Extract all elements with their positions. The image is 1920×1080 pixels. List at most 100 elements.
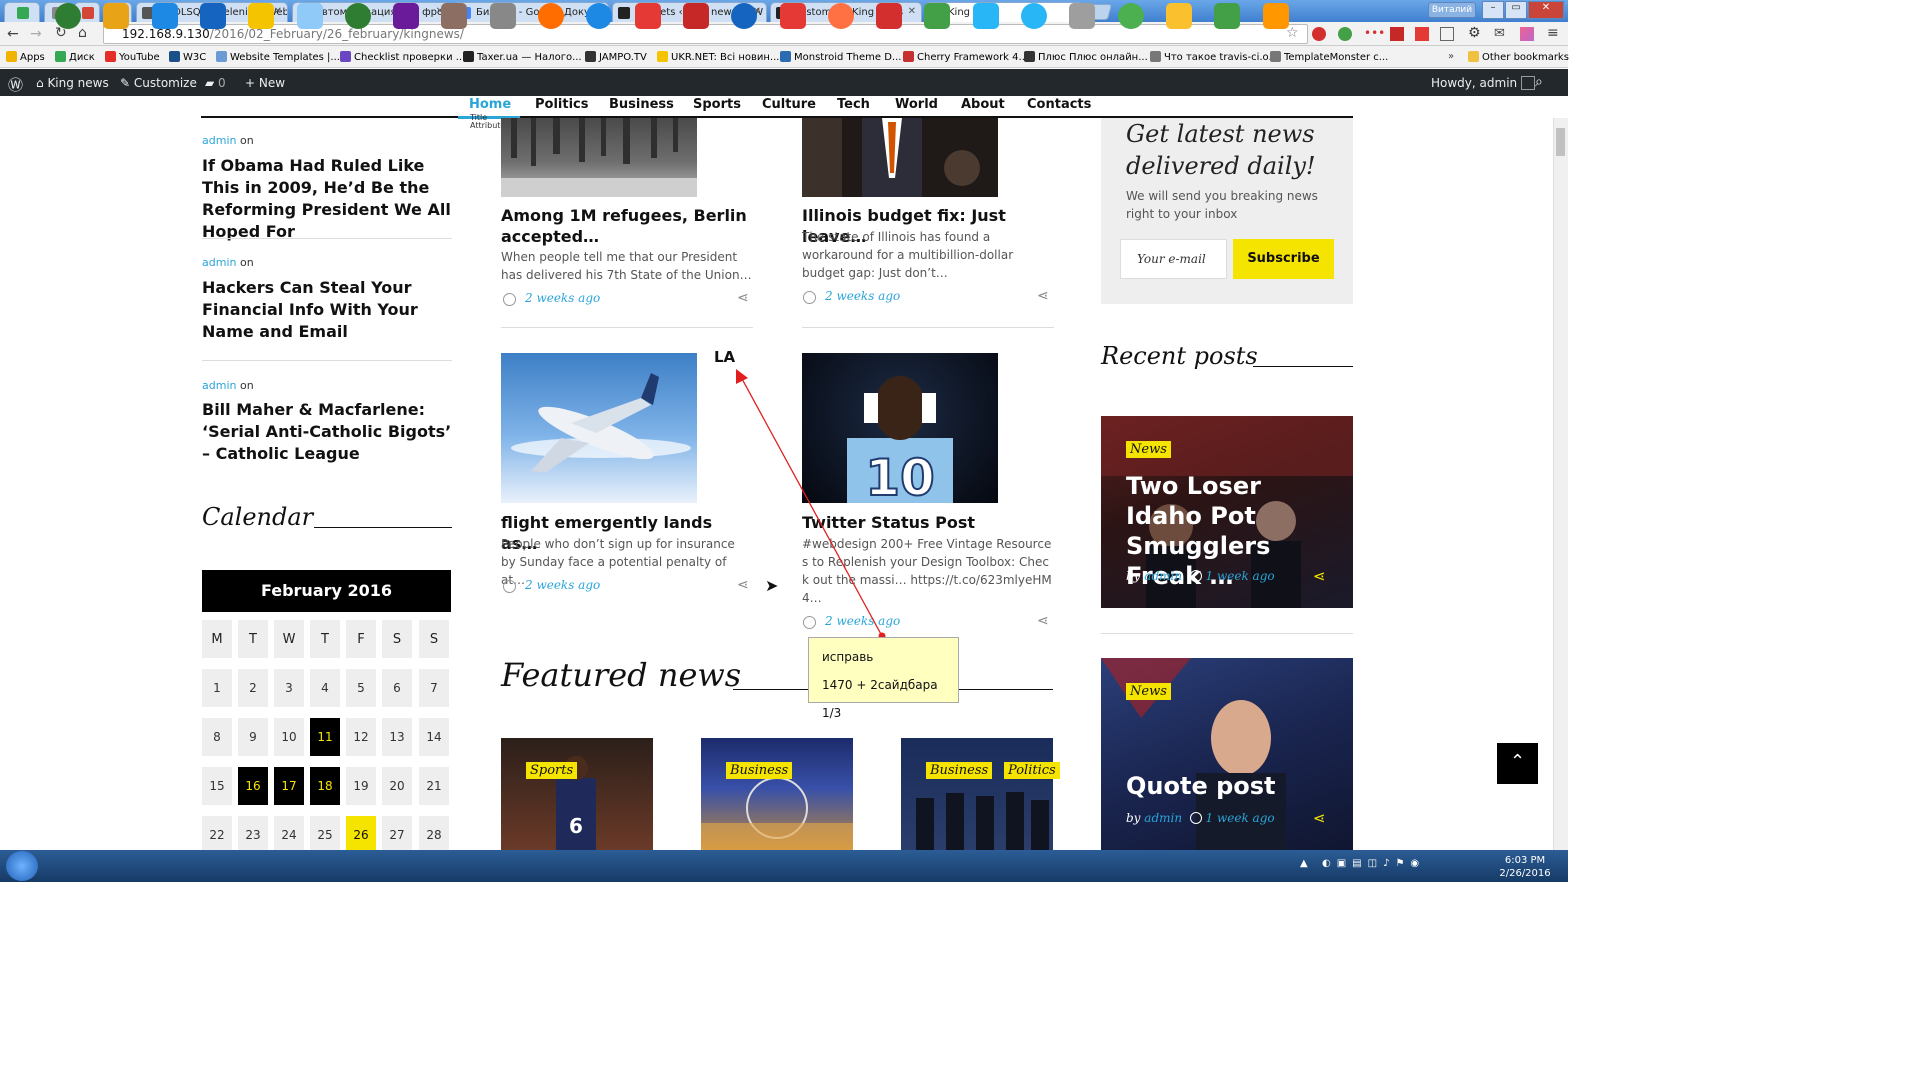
post-image-refugees[interactable]	[501, 118, 697, 197]
post-image-illinois[interactable]	[802, 118, 998, 197]
back-icon[interactable]: ←	[7, 26, 19, 42]
page-scrollbar[interactable]	[1553, 118, 1568, 850]
taskbar-app-icon[interactable]	[827, 3, 854, 29]
taskbar-app-icon[interactable]	[1117, 3, 1144, 29]
post-date[interactable]: 1 week ago	[1206, 569, 1275, 583]
bookmark-item[interactable]: Checklist проверки ...	[340, 51, 465, 63]
taskbar-app-icon[interactable]	[199, 3, 226, 29]
post-date[interactable]: 2 weeks ago	[825, 614, 900, 628]
back-to-top-button[interactable]: ⌃	[1497, 743, 1538, 784]
bookmark-item[interactable]: Что такое travis-ci.o...	[1150, 51, 1278, 63]
sidebar-post-title[interactable]: If Obama Had Ruled Like This in 2009, He…	[202, 155, 457, 243]
author-link[interactable]: admin	[202, 379, 236, 392]
taskbar-app-icon[interactable]	[1069, 3, 1096, 29]
taskbar-app-icon[interactable]	[1165, 3, 1192, 29]
bookmark-item[interactable]: Плюс Плюс онлайн...	[1024, 51, 1148, 63]
subscribe-button[interactable]: Subscribe	[1233, 239, 1334, 279]
comments-link[interactable]: ▰ 0	[205, 76, 226, 90]
nav-item-contacts[interactable]: Contacts	[1027, 97, 1091, 112]
taskbar-app-icon[interactable]	[876, 3, 903, 29]
nav-item-about[interactable]: About	[961, 97, 1005, 112]
recent-post-card[interactable]: News Quote post by admin 1 week ago ⋖	[1101, 658, 1353, 850]
bookmark-item[interactable]: W3C	[169, 51, 206, 63]
sidebar-post-title[interactable]: Hackers Can Steal Your Financial Info Wi…	[202, 277, 457, 343]
share-icon[interactable]: ⋖	[1313, 567, 1326, 585]
home-icon[interactable]: ⌂	[78, 25, 87, 41]
forward-icon[interactable]: →	[30, 26, 42, 42]
email-field[interactable]: Your e-mail	[1120, 239, 1227, 279]
calendar-day[interactable]: 18	[310, 767, 340, 805]
share-icon[interactable]: ⋖	[1037, 288, 1049, 304]
taskbar-app-icon[interactable]	[1262, 3, 1289, 29]
other-bookmarks[interactable]: Other bookmarks	[1468, 51, 1569, 63]
nav-item-sports[interactable]: Sports	[693, 97, 741, 112]
sidebar-post-title[interactable]: Bill Maher & Macfarlene: ‘Serial Anti-Ca…	[202, 399, 457, 465]
post-image-airplane[interactable]	[501, 353, 697, 503]
bookmark-item[interactable]: Monstroid Theme D...	[780, 51, 901, 63]
recent-post-card[interactable]: News Two Loser Idaho Pot Smugglers Freak…	[1101, 416, 1353, 608]
category-tag[interactable]: News	[1126, 683, 1171, 700]
taskbar-app-icon[interactable]	[924, 3, 951, 29]
bookmark-item[interactable]: UKR.NET: Всі новин...	[657, 51, 779, 63]
minimize-icon[interactable]: –	[1482, 1, 1504, 19]
taskbar-app-icon[interactable]	[1021, 3, 1047, 29]
bookmark-star-icon[interactable]: ☆	[1286, 25, 1299, 41]
category-tag[interactable]: Business	[926, 762, 993, 779]
scrollbar-thumb[interactable]	[1556, 128, 1565, 156]
mail-icon[interactable]: ✉	[1494, 26, 1505, 41]
close-tab-icon[interactable]: ✕	[908, 6, 916, 17]
post-title[interactable]: Twitter Status Post	[802, 512, 1054, 533]
taskbar-app-icon[interactable]	[634, 3, 661, 29]
extension-icon[interactable]	[1415, 27, 1429, 41]
start-button[interactable]	[6, 851, 38, 881]
calendar-day[interactable]: 17	[274, 767, 304, 805]
nav-item-business[interactable]: Business	[609, 97, 674, 112]
menu-icon[interactable]: ≡	[1547, 25, 1559, 41]
browser-tab[interactable]	[4, 2, 40, 22]
taskbar-app-icon[interactable]	[731, 3, 758, 29]
featured-card-image[interactable]	[901, 738, 1053, 850]
post-image-football[interactable]: 10	[802, 353, 998, 503]
customize-link[interactable]: ✎ Customize	[120, 76, 197, 90]
taskbar-app-icon[interactable]	[103, 3, 130, 29]
howdy-user[interactable]: Howdy, admin	[1431, 76, 1535, 90]
share-icon[interactable]: ⋖	[1037, 613, 1049, 629]
taskbar-app-icon[interactable]	[441, 3, 468, 29]
taskbar-app-icon[interactable]	[489, 3, 516, 29]
taskbar-app-icon[interactable]	[151, 3, 178, 29]
author-link[interactable]: admin	[1144, 569, 1182, 583]
bookmark-item[interactable]: Диск	[55, 51, 95, 63]
extension-icon[interactable]	[1312, 27, 1326, 41]
maximize-icon[interactable]: ▭	[1505, 1, 1527, 19]
bookmarks-overflow-icon[interactable]: »	[1448, 51, 1454, 62]
close-tab-icon[interactable]: ✕	[274, 6, 282, 17]
calendar-day[interactable]: 16	[238, 767, 268, 805]
nav-item-home[interactable]: Home	[469, 97, 511, 112]
taskbar-app-icon[interactable]	[248, 3, 275, 29]
bookmark-item[interactable]: JAMPO.TV	[585, 51, 647, 63]
author-link[interactable]: admin	[1144, 811, 1182, 825]
taskbar-app-icon[interactable]	[972, 3, 999, 29]
share-icon[interactable]: ⋖	[1313, 809, 1326, 827]
search-icon[interactable]: ⌕	[1535, 74, 1543, 90]
taskbar-app-icon[interactable]	[779, 3, 806, 29]
post-title[interactable]: Among 1M refugees, Berlin accepted…	[501, 205, 753, 247]
system-tray-icons[interactable]: ◐▣▤◫♪⚑◉	[1322, 858, 1482, 872]
extension-icon[interactable]	[1520, 27, 1534, 41]
wordpress-logo-icon[interactable]: Ⓦ	[8, 74, 23, 95]
category-tag[interactable]: News	[1126, 441, 1171, 458]
close-window-icon[interactable]: ✕	[1528, 1, 1564, 19]
post-date[interactable]: 2 weeks ago	[825, 289, 900, 303]
bookmark-item[interactable]: Apps	[6, 51, 45, 63]
taskbar-app-icon[interactable]	[393, 3, 420, 29]
extension-icon[interactable]	[1338, 27, 1352, 41]
featured-card-image[interactable]: 6	[501, 738, 653, 850]
taskbar-app-icon[interactable]	[296, 3, 323, 29]
taskbar-app-icon[interactable]	[1214, 3, 1241, 29]
bookmark-item[interactable]: Cherry Framework 4...	[903, 51, 1028, 63]
post-date[interactable]: 2 weeks ago	[525, 291, 600, 305]
nav-item-tech[interactable]: Tech	[837, 97, 870, 112]
taskbar-app-icon[interactable]	[538, 3, 564, 29]
taskbar-app-icon[interactable]	[344, 3, 371, 29]
category-tag[interactable]: Politics	[1004, 762, 1060, 779]
